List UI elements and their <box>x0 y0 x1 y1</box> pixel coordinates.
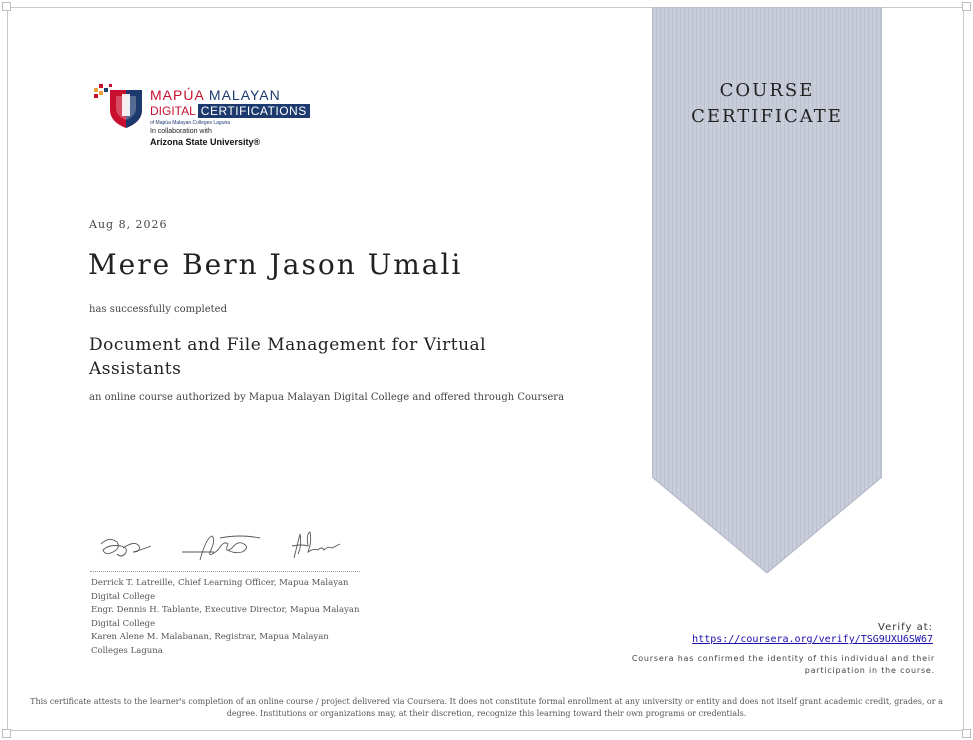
signature-3-image <box>291 531 341 559</box>
logo-subtitle: of Mapúa Malayan Colleges Laguna <box>150 120 231 126</box>
signature-2-image <box>182 535 261 561</box>
logo-certifications: CERTIFICATIONS <box>197 104 310 118</box>
logo-name-part2: MALAYAN <box>208 87 281 103</box>
ribbon-title-line1: COURSE <box>719 80 815 101</box>
logo-name-part1: MAPÚA <box>150 87 205 103</box>
logo-name: MAPÚA MALAYAN <box>150 87 281 103</box>
corner-ornament-bottom-right <box>962 729 971 738</box>
signers-list: Derrick T. Latreille, Chief Learning Off… <box>91 577 361 658</box>
corner-ornament-top-right <box>962 2 971 11</box>
logo-partner: Arizona State University® <box>150 137 261 147</box>
signature-1-image <box>100 539 152 557</box>
shield-logo-icon <box>94 84 142 128</box>
logo-digital: DIGITAL <box>150 104 196 118</box>
verify-label: Verify at: <box>878 622 933 633</box>
signer-2: Engr. Dennis H. Tablante, Executive Dire… <box>91 605 360 629</box>
recipient-name: Mere Bern Jason Umali <box>88 248 463 281</box>
logo-division: DIGITAL CERTIFICATIONS <box>150 104 310 118</box>
logo-collaboration: In collaboration with <box>150 128 212 135</box>
institution-logo: MAPÚA MALAYAN DIGITAL CERTIFICATIONS of M… <box>92 82 322 152</box>
ribbon-title: COURSE CERTIFICATE <box>652 78 882 130</box>
corner-ornament-top-left <box>2 2 11 11</box>
issue-date: Aug 8, 2026 <box>89 218 168 231</box>
ribbon-title-line2: CERTIFICATE <box>691 106 843 127</box>
completion-statement: has successfully completed <box>89 304 227 315</box>
signature-divider <box>90 571 360 572</box>
signer-1: Derrick T. Latreille, Chief Learning Off… <box>91 578 349 602</box>
course-authorization: an online course authorized by Mapua Mal… <box>89 392 565 403</box>
corner-ornament-bottom-left <box>2 729 11 738</box>
verification-block: Verify at: https://coursera.org/verify/T… <box>692 622 933 645</box>
course-title: Document and File Management for Virtual… <box>89 335 487 379</box>
certificate-disclaimer: This certificate attests to the learner'… <box>30 697 943 718</box>
identity-confirmation: Coursera has confirmed the identity of t… <box>631 654 935 675</box>
signer-3: Karen Alene M. Malabanan, Registrar, Map… <box>91 632 329 656</box>
verify-link[interactable]: https://coursera.org/verify/TSG9UXU6SW67 <box>692 634 933 645</box>
